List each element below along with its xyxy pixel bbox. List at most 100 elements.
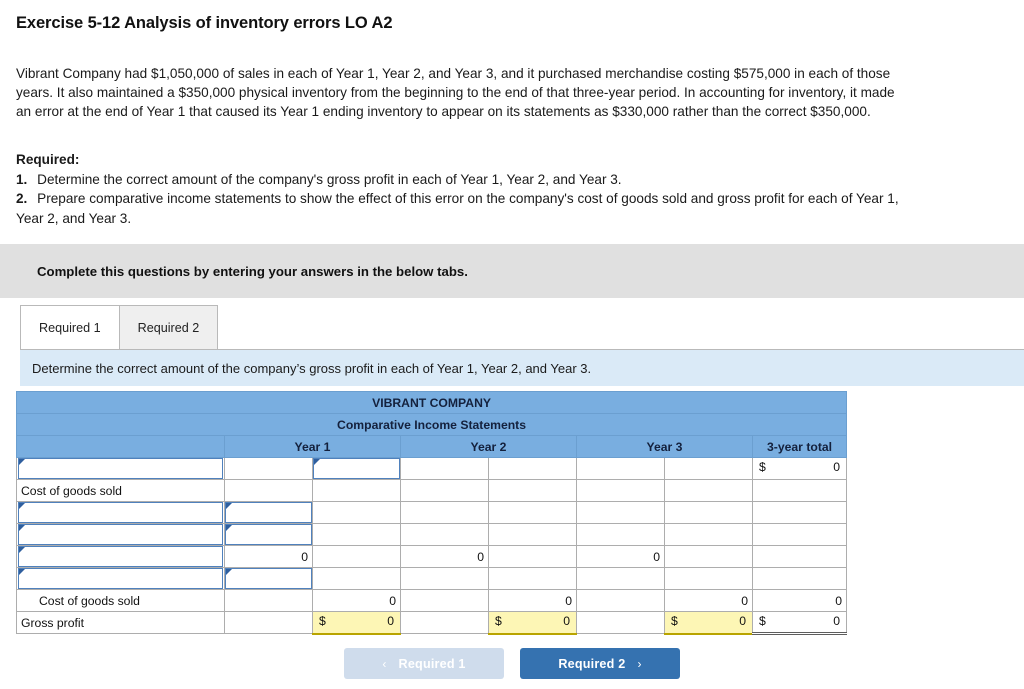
- row-8-y1-c1: [224, 611, 313, 634]
- row-5-y2-subtotal: 0: [400, 545, 489, 568]
- row-7-y3-c1: [576, 589, 665, 612]
- input-box[interactable]: [18, 502, 223, 523]
- input-box[interactable]: [313, 458, 400, 479]
- table-row: $ 0: [16, 457, 848, 480]
- row-1-total: $ 0: [751, 457, 848, 480]
- row-8-y2-c1: [400, 611, 489, 634]
- row-6-y3-c2: [664, 567, 753, 590]
- row-7-label: Cost of goods sold: [16, 589, 225, 612]
- sub-instruction-band: Determine the correct amount of the comp…: [20, 349, 1024, 386]
- cell-value: 0: [739, 614, 746, 628]
- problem-statement: Vibrant Company had $1,050,000 of sales …: [16, 66, 895, 119]
- row-3-total: [751, 501, 848, 524]
- row-4-total: [751, 523, 848, 546]
- exercise-page: Exercise 5-12 Analysis of inventory erro…: [0, 0, 1024, 689]
- input-box[interactable]: [225, 568, 312, 589]
- row-2-y1-c2: [312, 479, 401, 502]
- company-title-cell: VIBRANT COMPANY: [15, 391, 848, 414]
- tab-required-2-label: Required 2: [137, 320, 200, 335]
- row-1-y1-c1: [224, 457, 313, 480]
- row-8-y1-gross-profit: $ 0: [312, 611, 401, 635]
- table-row: Cost of goods sold 0 0 0 0: [16, 589, 848, 612]
- cell-value: 0: [387, 614, 394, 628]
- next-button-label: Required 2: [558, 656, 626, 671]
- table-title-row-company: VIBRANT COMPANY: [15, 391, 848, 414]
- row-3-y3-c2: [664, 501, 753, 524]
- column-header-year-3: Year 3: [576, 435, 753, 458]
- row-6-y2-c2: [488, 567, 577, 590]
- tab-required-1-label: Required 1: [39, 320, 101, 335]
- row-4-y1-c2: [312, 523, 401, 546]
- table-row: [16, 567, 848, 590]
- tab-required-1[interactable]: Required 1: [20, 305, 120, 349]
- row-6-label-input[interactable]: [16, 567, 225, 590]
- row-1-y3-c2: [664, 457, 753, 480]
- row-5-y3-c2: [664, 545, 753, 568]
- currency-symbol: $: [759, 614, 766, 628]
- table-title-row-statement: Comparative Income Statements: [15, 413, 848, 436]
- chevron-left-icon: ‹: [382, 656, 387, 671]
- table-row: [16, 501, 848, 524]
- row-1-y1-c2-input[interactable]: [312, 457, 401, 480]
- row-2-label: Cost of goods sold: [16, 479, 225, 502]
- row-6-y1-c1-input[interactable]: [224, 567, 313, 590]
- row-4-y2-c1: [400, 523, 489, 546]
- sub-instruction-text: Determine the correct amount of the comp…: [32, 360, 592, 376]
- row-7-grand-total: 0: [751, 589, 848, 612]
- row-3-y1-c1-input[interactable]: [224, 501, 313, 524]
- row-1-y2-c2: [488, 457, 577, 480]
- row-3-label-input[interactable]: [16, 501, 225, 524]
- table-row: [16, 523, 848, 546]
- tab-bar: Required 1 Required 2: [20, 305, 219, 349]
- row-2-y3-c1: [576, 479, 665, 502]
- comparative-income-statement-table: VIBRANT COMPANY Comparative Income State…: [15, 391, 848, 635]
- required-heading: Required:: [16, 152, 80, 167]
- row-2-y1-c1: [224, 479, 313, 502]
- input-box[interactable]: [18, 568, 223, 589]
- input-box[interactable]: [18, 546, 223, 567]
- row-4-y2-c2: [488, 523, 577, 546]
- row-1-y3-c1: [576, 457, 665, 480]
- required-item-1-number: 1.: [16, 171, 28, 187]
- row-5-total: [751, 545, 848, 568]
- input-box[interactable]: [225, 502, 312, 523]
- row-4-y3-c1: [576, 523, 665, 546]
- row-6-y3-c1: [576, 567, 665, 590]
- input-box[interactable]: [225, 524, 312, 545]
- row-4-label-input[interactable]: [16, 523, 225, 546]
- table-row: Cost of goods sold: [16, 479, 848, 502]
- row-6-y2-c1: [400, 567, 489, 590]
- required-block: Required: 1. Determine the correct amoun…: [16, 150, 916, 228]
- instruction-bar-text: Complete this questions by entering your…: [37, 263, 468, 279]
- row-6-total: [751, 567, 848, 590]
- input-box[interactable]: [18, 458, 223, 479]
- column-header-blank: [16, 435, 225, 458]
- row-4-y1-c1-input[interactable]: [224, 523, 313, 546]
- next-required-2-button[interactable]: Required 2 ›: [520, 648, 680, 679]
- required-item-1: 1. Determine the correct amount of the c…: [16, 170, 916, 190]
- instruction-bar: Complete this questions by entering your…: [0, 244, 1024, 298]
- cell-value: 0: [833, 614, 841, 628]
- tab-required-2[interactable]: Required 2: [118, 305, 219, 349]
- row-2-y2-c2: [488, 479, 577, 502]
- row-5-y1-c2: [312, 545, 401, 568]
- input-box[interactable]: [18, 524, 223, 545]
- previous-required-1-button[interactable]: ‹ Required 1: [344, 648, 504, 679]
- row-7-y1-c1: [224, 589, 313, 612]
- cell-value: 0: [563, 614, 570, 628]
- column-header-year-1: Year 1: [224, 435, 401, 458]
- row-5-y3-subtotal: 0: [576, 545, 665, 568]
- currency-symbol: $: [671, 614, 678, 628]
- row-8-y3-gross-profit: $ 0: [664, 611, 753, 635]
- cell-value: 0: [833, 460, 841, 474]
- table-row: Gross profit $ 0 $ 0 $ 0 $ 0: [16, 611, 848, 635]
- row-1-label-input[interactable]: [16, 457, 225, 480]
- row-5-label-input[interactable]: [16, 545, 225, 568]
- row-7-y2-total: 0: [488, 589, 577, 612]
- column-header-three-year-total: 3-year total: [751, 435, 848, 458]
- currency-symbol: $: [759, 460, 766, 474]
- currency-symbol: $: [495, 614, 502, 628]
- row-8-grand-total-gross-profit: $ 0: [751, 611, 848, 635]
- previous-button-label: Required 1: [398, 656, 466, 671]
- tab-navigation-bar: ‹ Required 1 Required 2 ›: [0, 648, 1024, 679]
